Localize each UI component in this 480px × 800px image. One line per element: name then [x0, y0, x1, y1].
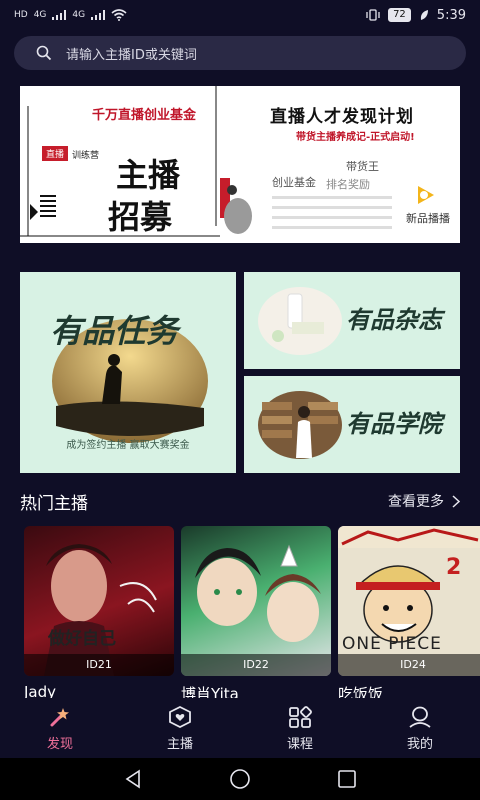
search-icon [36, 45, 52, 61]
hd-label-1: HD [14, 10, 28, 20]
search-bar[interactable]: 请输入主播ID或关键词 [14, 36, 466, 70]
bottom-tab-bar: 发现 主播 课程 我的 [0, 698, 480, 758]
section-title: 热门主播 [20, 493, 88, 514]
banner-word-fund: 创业基金 [272, 176, 316, 189]
card-magazine-title: 有品杂志 [346, 305, 442, 334]
streamer-id: ID21 [24, 654, 174, 676]
vibrate-icon [366, 9, 380, 21]
card-academy-title: 有品学院 [346, 409, 442, 438]
banner-big-text-1: 主播 [116, 156, 181, 194]
banner-word-king: 带货王 [346, 160, 379, 173]
course-icon [289, 705, 312, 728]
banner-poster-left: 千万直播创业基金 直播 训练营 主播 招募 [20, 86, 260, 243]
leaf-icon [420, 10, 428, 20]
signal-icon [52, 10, 67, 20]
hot-streamers-header: 热门主播 查看更多 [20, 488, 460, 514]
home-icon[interactable] [229, 768, 251, 790]
back-icon[interactable] [123, 769, 143, 789]
banner-poster-right: 直播人才发现计划 带货主播养成记-正式启动! 创业基金 带货王 排名奖励 新品播… [266, 86, 460, 243]
streamer-id: ID24 [338, 654, 480, 676]
banner-word-rank: 排名奖励 [326, 178, 370, 191]
banner-train-tag: 训练营 [72, 151, 100, 161]
tab-profile[interactable]: 我的 [360, 698, 480, 758]
tab-course[interactable]: 课程 [240, 698, 360, 758]
tab-label: 发现 [46, 736, 73, 752]
status-right: 72 5:39 [366, 8, 466, 23]
battery-indicator: 72 [388, 8, 411, 22]
academy-photo [258, 391, 342, 459]
streamer-thumbnail: 做好自己 ID21 [24, 526, 174, 676]
magazine-photo [258, 287, 342, 355]
card-magazine[interactable]: 有品杂志 [244, 272, 460, 369]
system-nav-bar [0, 758, 480, 800]
signal-icon-2 [91, 10, 106, 20]
status-bar: HD 4G 4G 72 5:39 [0, 0, 480, 30]
network-label-2: 4G [72, 10, 86, 20]
banner-red-heading: 千万直播创业基金 [92, 108, 197, 123]
banner-live-tag: 直播 [42, 146, 69, 161]
see-more-label: 查看更多 [388, 494, 444, 510]
recents-icon[interactable] [337, 769, 357, 789]
banner-brand: 新品播播 [406, 212, 450, 225]
see-more-link[interactable]: 查看更多 [388, 491, 460, 511]
streamer-card[interactable]: ID22 博肖Yita [181, 526, 331, 701]
card-tasks[interactable]: 有品任务 成为签约主播 赢取大赛奖金 [20, 272, 236, 473]
tab-label: 主播 [166, 736, 193, 752]
status-left: HD 4G 4G [14, 9, 127, 21]
streamer-thumbnail: ID22 [181, 526, 331, 676]
search-input[interactable]: 请输入主播ID或关键词 [66, 44, 197, 63]
promo-banner[interactable]: 千万直播创业基金 直播 训练营 主播 招募 直播人才发现计划 带货主播养成记-正… [20, 86, 460, 243]
banner-subtitle: 带货主播养成记-正式启动! [296, 132, 415, 143]
clock: 5:39 [436, 7, 466, 23]
banner-line-3 [272, 216, 392, 219]
card-tasks-title: 有品任务 [50, 312, 179, 350]
banner-title: 直播人才发现计划 [270, 107, 414, 127]
wifi-icon [111, 9, 127, 21]
card-tasks-caption: 成为签约主播 赢取大赛奖金 [66, 440, 190, 451]
streamer-thumbnail: 2 ONE PIECE ID24 [338, 526, 480, 676]
banner-line-2 [272, 206, 392, 209]
streamer-card[interactable]: 2 ONE PIECE ID24 吃饭饭 [338, 526, 480, 701]
chevron-right-icon [452, 494, 460, 508]
tab-streamer[interactable]: 主播 [120, 698, 240, 758]
tab-discover[interactable]: 发现 [0, 698, 120, 758]
banner-line-4 [272, 226, 392, 229]
tab-label: 课程 [286, 736, 313, 752]
profile-icon [409, 706, 431, 728]
tab-label: 我的 [406, 736, 433, 752]
network-label-1: 4G [33, 10, 47, 20]
card-academy[interactable]: 有品学院 [244, 376, 460, 473]
discover-icon [50, 707, 69, 726]
streamer-overlay-text: 做好自己 [48, 629, 116, 649]
banner-big-text-2: 招募 [108, 198, 173, 236]
streamer-overlay-text: ONE PIECE [342, 634, 442, 654]
svg-text:2: 2 [446, 555, 461, 580]
streamer-id: ID22 [181, 654, 331, 676]
banner-line-1 [272, 196, 392, 199]
streamer-list[interactable]: 做好自己 ID21 Jady ID22 博肖Yita 2 ONE PIECE I… [24, 526, 480, 701]
streamer-card[interactable]: 做好自己 ID21 Jady [24, 526, 174, 701]
brand-logo-icon [418, 186, 434, 204]
streamer-icon [169, 705, 191, 728]
